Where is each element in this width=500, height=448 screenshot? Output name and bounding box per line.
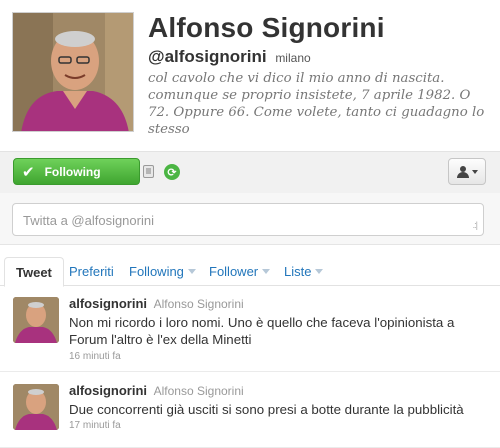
tab-following-label: Following bbox=[129, 264, 184, 279]
chevron-down-icon bbox=[315, 269, 324, 274]
tab-preferiti-label: Preferiti bbox=[69, 264, 114, 279]
tab-liste[interactable]: Liste bbox=[284, 257, 324, 286]
tab-preferiti[interactable]: Preferiti bbox=[69, 257, 114, 286]
person-icon bbox=[456, 165, 469, 178]
tweet-text: Due concorrenti già usciti si sono presi… bbox=[69, 402, 464, 417]
tweet-text: Non mi ricordo i loro nomi. Uno è quello… bbox=[69, 315, 455, 347]
avatar-icon bbox=[13, 384, 59, 430]
tab-following[interactable]: Following bbox=[129, 257, 196, 286]
tweet-full-name: Alfonso Signorini bbox=[153, 297, 244, 311]
retweets-icon[interactable]: ⟳ bbox=[164, 164, 180, 180]
profile-screen-name: @alfosignorini bbox=[148, 47, 267, 66]
tab-follower-label: Follower bbox=[209, 264, 259, 279]
following-button-label: Following bbox=[44, 164, 101, 179]
profile-screen-name-row: @alfosignorini milano bbox=[148, 47, 311, 67]
profile-bio: col cavolo che vi dico il mio anno di na… bbox=[148, 71, 485, 137]
profile-header: Alfonso Signorini @alfosignorini milano … bbox=[0, 0, 500, 150]
chevron-down-icon bbox=[262, 269, 271, 274]
tweet-full-name: Alfonso Signorini bbox=[153, 384, 244, 398]
avatar-icon bbox=[13, 297, 59, 343]
device-notifications-icon[interactable] bbox=[143, 165, 154, 178]
caret-down-icon bbox=[471, 169, 478, 174]
tab-tweet[interactable]: Tweet bbox=[4, 257, 64, 287]
tweet-avatar[interactable] bbox=[13, 384, 59, 430]
following-button[interactable]: ✔ Following bbox=[13, 158, 140, 185]
tweet-screen-name[interactable]: alfosignorini bbox=[69, 296, 147, 311]
profile-avatar[interactable] bbox=[12, 12, 134, 132]
profile-display-name: Alfonso Signorini bbox=[148, 12, 385, 43]
profile-photo-icon bbox=[13, 13, 133, 131]
tweet-avatar[interactable] bbox=[13, 297, 59, 343]
tweet-header: alfosignorini Alfonso Signorini bbox=[69, 296, 244, 311]
tweet-timestamp[interactable]: 16 minuti fa bbox=[69, 351, 121, 362]
tab-liste-label: Liste bbox=[284, 264, 312, 279]
profile-location: milano bbox=[275, 51, 311, 65]
tweet-item[interactable]: alfosignorini Alfonso Signorini Due conc… bbox=[0, 373, 500, 448]
tab-follower[interactable]: Follower bbox=[209, 257, 271, 286]
checkmark-icon: ✔ bbox=[22, 163, 35, 181]
tweet-screen-name[interactable]: alfosignorini bbox=[69, 383, 147, 398]
user-actions-dropdown-button[interactable] bbox=[448, 158, 486, 185]
profile-tabs: Tweet Preferiti Following Follower Liste bbox=[0, 257, 500, 287]
tab-tweet-label: Tweet bbox=[16, 264, 52, 280]
tweet-input-placeholder: Twitta a @alfosignorini bbox=[23, 213, 154, 228]
tweet-input[interactable]: Twitta a @alfosignorini .:| bbox=[12, 203, 484, 236]
tweet-timestamp[interactable]: 17 minuti fa bbox=[69, 420, 121, 431]
chevron-down-icon bbox=[187, 269, 196, 274]
tweet-item[interactable]: alfosignorini Alfonso Signorini Non mi r… bbox=[0, 287, 500, 372]
resize-handle-icon[interactable]: .:| bbox=[473, 220, 478, 230]
tweet-header: alfosignorini Alfonso Signorini bbox=[69, 383, 244, 398]
